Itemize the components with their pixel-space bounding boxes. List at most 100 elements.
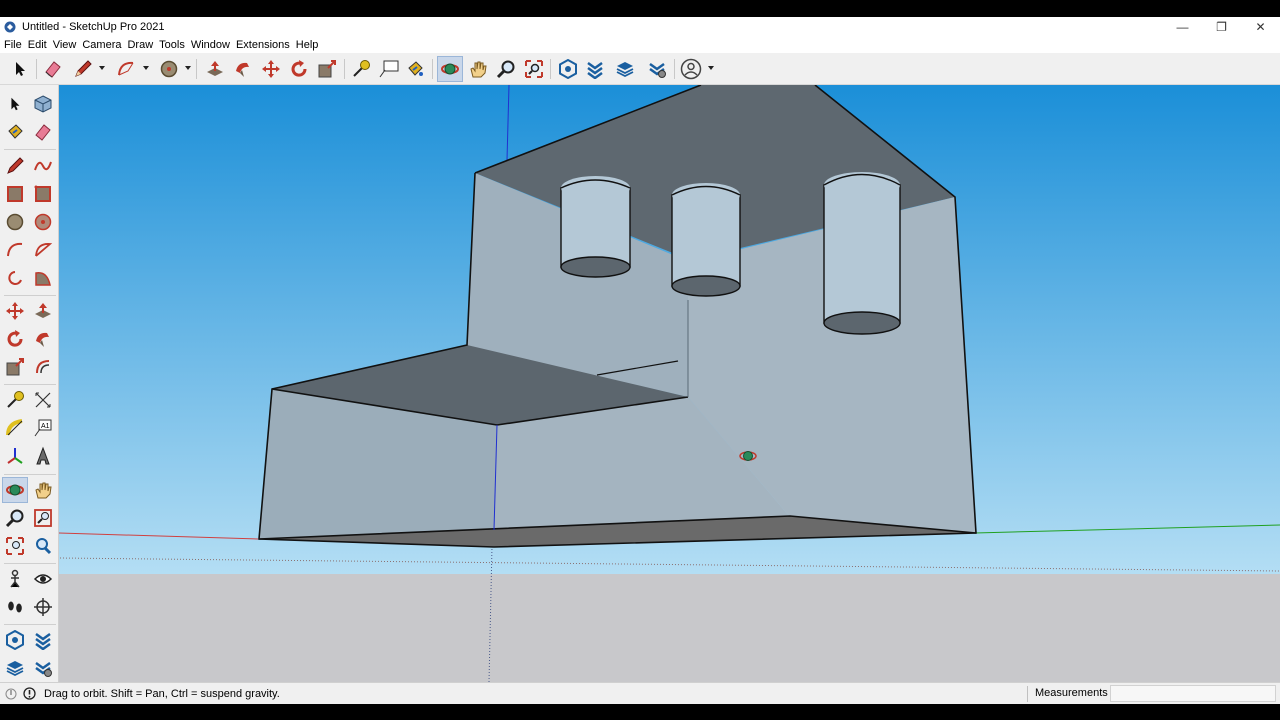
arc-tool-dropdown-caret[interactable] [143, 66, 149, 70]
move-tool-button[interactable] [2, 298, 28, 324]
offset-tool-button[interactable] [30, 354, 56, 380]
protractor-tool-button[interactable] [2, 415, 28, 441]
axes-tool-button[interactable] [2, 443, 28, 469]
menu-edit[interactable]: Edit [28, 39, 52, 51]
3d-text-icon [36, 446, 50, 465]
paint-bucket-tool-button[interactable] [402, 56, 428, 82]
geo-location-icon[interactable] [4, 687, 18, 701]
zoom-window-icon [34, 509, 52, 527]
3d-warehouse-button[interactable] [555, 56, 581, 82]
line-tool-button[interactable] [2, 153, 28, 179]
look-around-tool-button[interactable] [30, 566, 56, 592]
menu-help[interactable]: Help [296, 39, 324, 51]
tape-measure-tool-button[interactable] [2, 387, 28, 413]
rotate-tool-button[interactable] [286, 56, 312, 82]
extension-manager-icon [35, 661, 52, 677]
line-tool-button[interactable] [70, 56, 96, 82]
scale-tool-button[interactable] [314, 56, 340, 82]
viewport-scene[interactable] [59, 85, 1280, 682]
position-camera-tool-button[interactable] [2, 566, 28, 592]
pan-tool-button[interactable] [30, 477, 56, 503]
section-plane-tool-button[interactable] [30, 594, 56, 620]
follow-me-tool-button[interactable] [30, 326, 56, 352]
shape-tool-button[interactable] [156, 56, 182, 82]
scale-icon [6, 358, 24, 376]
walk-tool-button[interactable] [2, 594, 28, 620]
push-pull-icon [35, 303, 51, 318]
scale-tool-button[interactable] [2, 354, 28, 380]
layers-stack-icon [616, 62, 634, 78]
push-pull-tool-button[interactable] [30, 298, 56, 324]
paint-bucket-tool-button[interactable] [2, 119, 28, 145]
previous-view-tool-button[interactable] [30, 533, 56, 559]
account-button[interactable] [678, 56, 704, 82]
orbit-tool-button[interactable] [2, 477, 28, 503]
position-camera-icon [10, 569, 20, 588]
layout-send-button[interactable] [2, 655, 28, 681]
paint-bucket-icon [408, 61, 423, 76]
pan-tool-button[interactable] [465, 56, 491, 82]
text-tool-button[interactable] [376, 56, 402, 82]
menu-draw[interactable]: Draw [127, 39, 158, 51]
tape-measure-icon [7, 391, 24, 408]
zoom-tool-button[interactable] [2, 505, 28, 531]
layout-send-button[interactable] [612, 56, 638, 82]
menu-file[interactable]: File [4, 39, 27, 51]
zoom-extents-tool-button[interactable] [2, 533, 28, 559]
account-dropdown-caret[interactable] [708, 66, 714, 70]
make-component-tool-button[interactable] [30, 91, 56, 117]
menu-window[interactable]: Window [191, 39, 235, 51]
pie-tool-button[interactable] [30, 265, 56, 291]
dimensions-tool-button[interactable] [30, 387, 56, 413]
polygon-tool-button[interactable] [30, 209, 56, 235]
freehand-tool-button[interactable] [30, 153, 56, 179]
minimize-button[interactable]: — [1163, 17, 1202, 37]
restore-icon: ❐ [1216, 20, 1227, 34]
move-tool-button[interactable] [258, 56, 284, 82]
select-tool-button[interactable] [7, 56, 33, 82]
info-icon[interactable] [22, 687, 36, 701]
shape-tool-dropdown-caret[interactable] [185, 66, 191, 70]
move-arrows-icon [262, 60, 280, 78]
close-button[interactable]: ✕ [1241, 17, 1280, 37]
zoom-window-tool-button[interactable] [30, 505, 56, 531]
menu-tools[interactable]: Tools [159, 39, 190, 51]
menu-view[interactable]: View [53, 39, 82, 51]
warehouse-icon [559, 59, 577, 79]
follow-me-tool-button[interactable] [230, 56, 256, 82]
menu-camera[interactable]: Camera [82, 39, 126, 51]
menu-extensions[interactable]: Extensions [236, 39, 295, 51]
three-point-arc-tool-button[interactable] [2, 265, 28, 291]
rotate-tool-button[interactable] [2, 326, 28, 352]
tape-measure-tool-button[interactable] [348, 56, 374, 82]
line-tool-dropdown-caret[interactable] [99, 66, 105, 70]
orbit-tool-button[interactable] [437, 56, 463, 82]
two-point-arc-tool-button[interactable] [30, 237, 56, 263]
extension-warehouse-button[interactable] [582, 56, 608, 82]
extension-manager-button[interactable] [644, 56, 670, 82]
model-viewport[interactable] [59, 85, 1280, 682]
circle-tool-button[interactable] [2, 209, 28, 235]
zoom-extents-tool-button[interactable] [521, 56, 547, 82]
rectangle-tool-button[interactable] [2, 181, 28, 207]
measurements-input[interactable] [1110, 685, 1276, 702]
3d-warehouse-button[interactable] [2, 627, 28, 653]
rotated-rectangle-tool-button[interactable] [30, 181, 56, 207]
section-plane-icon [34, 598, 52, 616]
3d-text-tool-button[interactable] [30, 443, 56, 469]
push-pull-tool-button[interactable] [202, 56, 228, 82]
text-label-icon [379, 60, 399, 78]
arc-tool-button[interactable] [113, 56, 139, 82]
extension-warehouse-icon [587, 61, 603, 79]
follow-me-icon [36, 332, 49, 347]
extension-manager-button[interactable] [30, 655, 56, 681]
restore-button[interactable]: ❐ [1202, 17, 1241, 37]
eraser-tool-button[interactable] [40, 56, 66, 82]
extension-warehouse-button[interactable] [30, 627, 56, 653]
arc-tool-button[interactable] [2, 237, 28, 263]
select-tool-button[interactable] [2, 91, 28, 117]
text-tool-button[interactable]: A1 [30, 415, 56, 441]
zoom-tool-button[interactable] [493, 56, 519, 82]
eraser-tool-button[interactable] [30, 119, 56, 145]
pan-hand-icon [470, 61, 487, 78]
